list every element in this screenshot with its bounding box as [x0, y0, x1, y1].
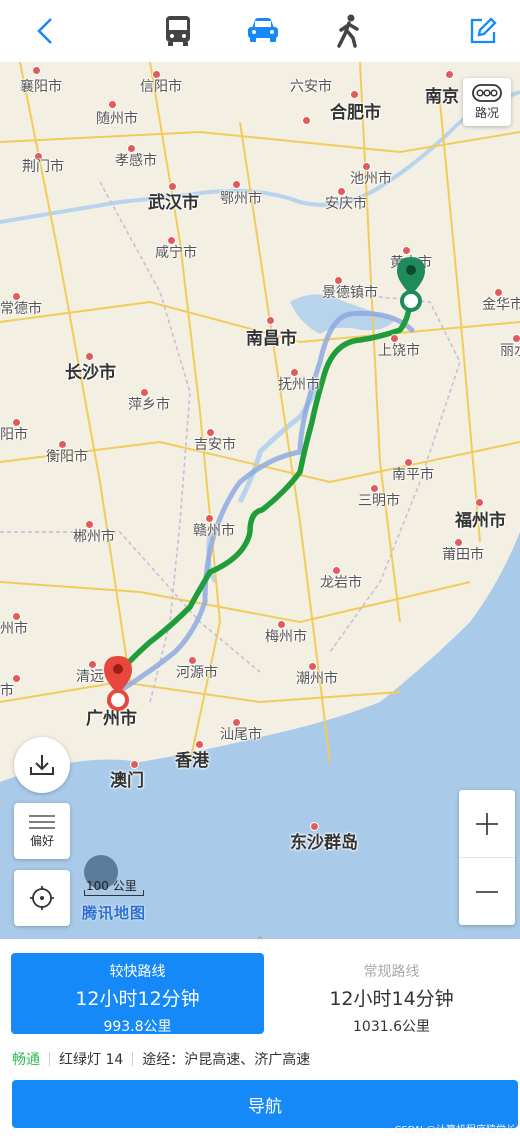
city-dot [32, 66, 41, 75]
city-label[interactable]: 南昌市 [246, 324, 297, 349]
traffic-button[interactable]: 路况 [463, 78, 511, 126]
city-label[interactable]: 长沙市 [65, 358, 116, 383]
city-label[interactable]: 萍乡市 [128, 394, 170, 414]
city-label[interactable]: 南平市 [392, 464, 434, 484]
map-watermark: 腾讯地图 [82, 904, 147, 922]
city-label[interactable]: 赣州市 [193, 520, 235, 540]
chevron-left-icon [37, 18, 52, 44]
walk-mode-button[interactable] [328, 10, 370, 52]
route-time: 12小时12分钟 [75, 988, 200, 1010]
csdn-watermark: CSDN @计算机程序猿学长 [394, 1125, 516, 1136]
city-label[interactable]: 澳门 [110, 766, 144, 791]
city-label[interactable]: 梅州市 [265, 626, 307, 646]
bus-mode-button[interactable] [157, 10, 199, 52]
bus-icon [166, 16, 190, 46]
download-button[interactable] [14, 737, 70, 793]
route-time: 12小时14分钟 [329, 988, 454, 1010]
city-label[interactable]: 襄阳市 [20, 76, 62, 96]
city-label[interactable]: 丽水 [500, 340, 520, 360]
city-label[interactable]: 合肥市 [330, 98, 381, 123]
city-label[interactable]: 阳市 [0, 424, 28, 444]
city-label[interactable]: 荆门市 [22, 156, 64, 176]
locate-button[interactable] [14, 870, 70, 926]
walk-icon [337, 14, 359, 48]
city-label[interactable]: 东沙群岛 [290, 828, 358, 853]
map-view[interactable]: 襄阳市信阳市六安市合肥市南京随州市荆门市孝感市武汉市鄂州市池州市安庆市咸宁市黄山… [0, 62, 520, 939]
city-label[interactable]: 六安市 [290, 76, 332, 96]
traffic-label: 路况 [474, 105, 499, 120]
city-label[interactable]: 莆田市 [442, 544, 484, 564]
traffic-status: 畅通 [12, 1052, 40, 1068]
city-label[interactable]: 安庆市 [325, 193, 367, 213]
city-label[interactable]: 咸宁市 [155, 242, 197, 262]
city-label[interactable]: 福州市 [455, 506, 506, 531]
city-label[interactable]: 郴州市 [73, 526, 115, 546]
city-label[interactable]: 潮州市 [296, 668, 338, 688]
route-option-regular[interactable]: 常规路线 12小时14分钟 1031.6公里 [265, 953, 518, 1035]
zoom-control [459, 790, 515, 925]
city-label[interactable]: 抚州市 [278, 374, 320, 394]
city-label[interactable]: 金华市 [482, 294, 520, 314]
preference-button[interactable]: 偏好 [14, 803, 70, 859]
edit-button[interactable] [462, 10, 504, 52]
back-button[interactable] [24, 10, 66, 52]
route-distance: 1031.6公里 [353, 1019, 430, 1035]
city-label[interactable]: 池州市 [350, 168, 392, 188]
city-label[interactable]: 常德市 [0, 298, 42, 318]
city-label[interactable]: 三明市 [358, 490, 400, 510]
divider [132, 1052, 134, 1066]
city-dot [302, 116, 311, 125]
menu-lines-icon [29, 814, 55, 829]
scale-bar [84, 890, 144, 896]
chevron-up-icon[interactable]: ^ [256, 936, 264, 947]
car-icon [248, 18, 278, 42]
traffic-lights-count: 红绿灯 14 [59, 1052, 124, 1068]
download-icon [30, 755, 54, 775]
route-option-fast[interactable]: 较快路线 12小时12分钟 993.8公里 [11, 953, 264, 1035]
plus-icon [476, 812, 498, 835]
via-roads: 途经：沪昆高速、济广高速 [142, 1052, 311, 1068]
city-label[interactable]: 武汉市 [148, 188, 199, 213]
city-label[interactable]: 景德镇市 [322, 282, 378, 302]
car-mode-button[interactable] [242, 10, 284, 52]
city-label[interactable]: 衡阳市 [46, 446, 88, 466]
city-label[interactable]: 吉安市 [194, 434, 236, 454]
edit-icon [470, 17, 497, 44]
divider [49, 1052, 50, 1066]
city-label[interactable]: 随州市 [96, 108, 138, 128]
city-label[interactable]: 河源市 [176, 662, 218, 682]
city-label[interactable]: 香港 [175, 746, 209, 771]
zoom-out-button[interactable] [459, 858, 515, 925]
city-label[interactable]: 孝感市 [115, 150, 157, 170]
route-name: 常规路线 [363, 964, 420, 980]
route-name: 较快路线 [109, 964, 166, 980]
city-label[interactable]: 鄂州市 [220, 188, 262, 208]
city-label[interactable]: 南京 [425, 82, 459, 107]
route-distance: 993.8公里 [103, 1019, 172, 1035]
city-label[interactable]: 龙岩市 [320, 572, 362, 592]
city-label[interactable]: 上饶市 [378, 340, 420, 360]
route-panel: ^ 较快路线 12小时12分钟 993.8公里 常规路线 12小时14分钟 10… [0, 936, 520, 1140]
locate-icon [30, 886, 54, 910]
city-label[interactable]: 市 [0, 680, 14, 700]
city-label[interactable]: 州市 [0, 618, 28, 638]
city-label[interactable]: 信阳市 [140, 76, 182, 96]
start-pin-icon[interactable] [393, 255, 429, 315]
preference-label: 偏好 [29, 833, 54, 848]
end-pin-icon[interactable] [100, 654, 136, 714]
city-label[interactable]: 汕尾市 [220, 724, 262, 744]
route-info: 畅通 红绿灯 14 途经：沪昆高速、济广高速 [12, 1049, 310, 1069]
top-bar [0, 0, 520, 63]
city-dot [445, 70, 454, 79]
zoom-in-button[interactable] [459, 790, 515, 858]
minus-icon [476, 890, 498, 893]
traffic-icon [472, 83, 502, 102]
